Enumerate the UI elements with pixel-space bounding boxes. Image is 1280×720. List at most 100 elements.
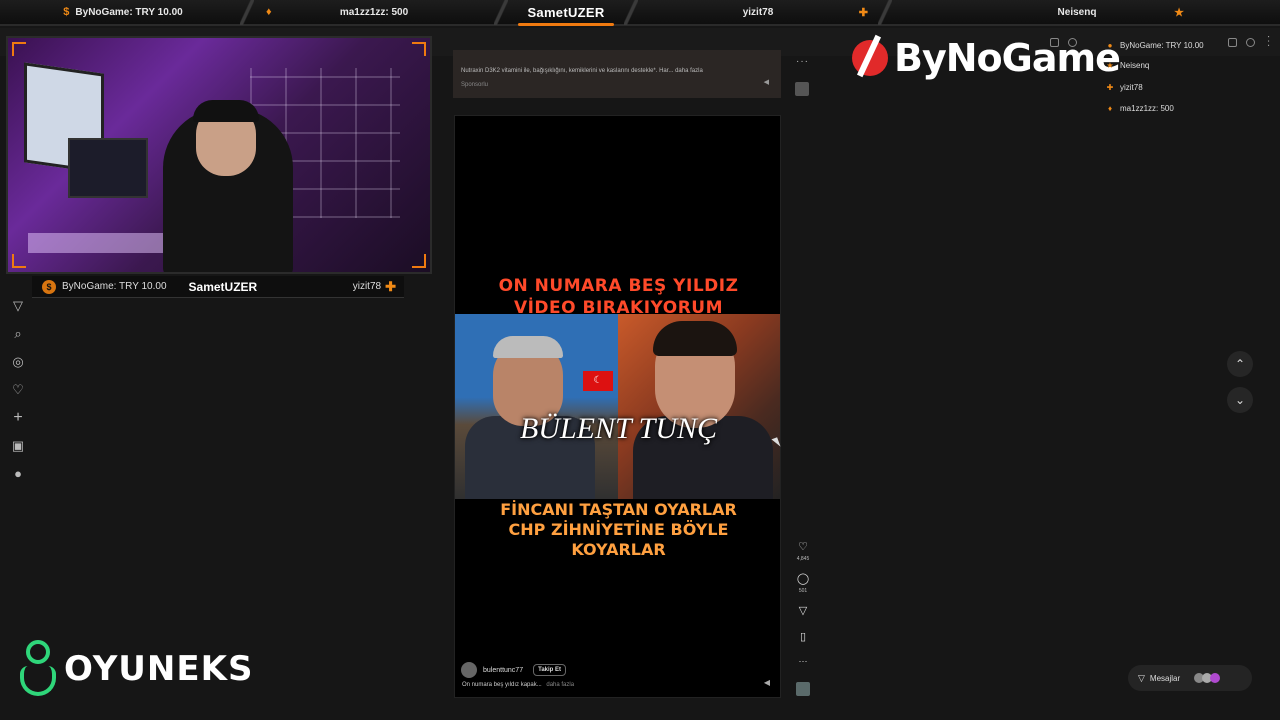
banner-divider — [240, 0, 254, 25]
reel-name-overlay: BÜLENT TUNÇ — [519, 412, 718, 445]
next-reel-button[interactable]: ⌄ — [1227, 387, 1253, 413]
like-icon[interactable]: ♡ — [793, 540, 813, 553]
sponsored-post: Nutraxin D3K2 vitamini ile, bağışıklığın… — [453, 50, 781, 98]
oyuneks-mascot-body — [20, 666, 56, 696]
oyuneks-wordmark: OYUNEKS — [64, 649, 254, 689]
author-avatar[interactable] — [461, 662, 477, 678]
plus-icon: ✚ — [385, 278, 396, 294]
reel-person-right-hair — [653, 321, 737, 356]
donation-label: yizit78 — [1120, 82, 1143, 92]
mute-icon[interactable]: ◀ — [764, 678, 770, 687]
message-avatars — [1194, 673, 1221, 683]
oyuneks-logo: OYUNEKS — [14, 640, 253, 698]
star-icon: ★ — [1174, 6, 1184, 19]
sponsored-label: Sponsorlu — [461, 82, 489, 88]
save-icon[interactable]: ▯ — [793, 630, 813, 643]
caption-more-link[interactable]: daha fazla — [546, 682, 574, 688]
banner-slot-label: yizit78 — [742, 6, 774, 18]
reel-person-left-hair — [493, 336, 563, 358]
bynogame-wordmark: ByNoGame — [894, 36, 1121, 80]
donation-label: Neisenq — [1120, 60, 1150, 70]
banner-divider — [494, 0, 508, 25]
banner-divider — [624, 0, 638, 25]
profile-avatar[interactable]: ● — [8, 464, 28, 484]
streamer-underline — [518, 23, 614, 26]
follow-button[interactable]: Takip Et — [533, 664, 566, 676]
more-icon[interactable]: ··· — [793, 656, 813, 666]
browser-menu-icon[interactable]: ··· — [1263, 35, 1274, 48]
coin-icon: ● — [1107, 40, 1113, 50]
create-icon[interactable]: + — [8, 408, 28, 428]
bynogame-logo: ByNoGame — [852, 36, 1121, 80]
reel-video[interactable]: ON NUMARA BEŞ YILDIZ VİDEO BIRAKIYORUM ☾… — [454, 115, 781, 698]
oyuneks-mascot-head — [26, 640, 50, 664]
reel-author-row: bulenttunc77 Takip Et — [461, 662, 566, 678]
like-count: 4,845 — [796, 556, 810, 562]
share-icon[interactable]: ▽ — [793, 604, 813, 617]
donation-label: ma1zz1zz: 500 — [1120, 103, 1174, 113]
webcam-caption-bar: $ ByNoGame: TRY 10.00 SametUZER yizit78 … — [32, 276, 404, 298]
webcam-monitor-secondary — [68, 138, 148, 198]
author-username[interactable]: bulenttunc77 — [483, 667, 523, 674]
comment-count: 501 — [798, 588, 808, 594]
plus-icon: ✚ — [858, 6, 868, 19]
messages-button[interactable]: ▽ Mesajlar — [1128, 665, 1252, 691]
reel-caption-text: On numara beş yıldız kapak... — [462, 682, 544, 688]
stream-screen: $ ByNoGame: TRY 10.00 ♦ ma1zz1zz: 500 Sa… — [0, 0, 1280, 720]
reel-subheadline-line: FİNCANI TAŞTAN OYARLAR — [500, 500, 737, 519]
dollar-coin-icon: $ — [42, 279, 56, 294]
flame-icon: ♦ — [266, 6, 272, 18]
banner-slot-label: Neisenq — [1057, 6, 1097, 18]
donation-item: ★ Neisenq — [1100, 56, 1260, 74]
banner-slot-donation: $ ByNoGame: TRY 10.00 — [0, 0, 240, 25]
reel-caption: On numara beş yıldız kapak... daha fazla — [462, 682, 574, 688]
plus-icon: ✚ — [1106, 82, 1114, 92]
comment-icon[interactable]: ◯ — [793, 572, 813, 585]
reel-headline-line: ON NUMARA BEŞ YILDIZ — [498, 276, 739, 296]
frame-corner — [12, 42, 26, 56]
bynogame-logo-icon — [852, 40, 888, 76]
avatar — [1210, 673, 1221, 683]
donation-item: ✚ yizit78 — [1100, 78, 1260, 96]
post-more-icon[interactable]: ··· — [796, 56, 809, 67]
reel-subheadline-line: KOYARLAR — [571, 540, 666, 559]
frame-corner — [412, 254, 426, 268]
banner-streamer-name: SametUZER — [508, 0, 624, 26]
donation-item: ♦ ma1zz1zz: 500 — [1100, 99, 1260, 117]
webcam-bar-follower: yizit78 — [352, 281, 382, 292]
webcam-feed — [6, 36, 432, 274]
audio-thumbnail[interactable] — [795, 82, 809, 96]
oyuneks-mascot-icon — [14, 640, 62, 698]
banner-divider — [878, 0, 892, 25]
frame-corner — [412, 42, 426, 56]
previous-reel-button[interactable]: ⌃ — [1227, 351, 1253, 377]
streamer-name: SametUZER — [527, 4, 605, 20]
stream-top-banner: $ ByNoGame: TRY 10.00 ♦ ma1zz1zz: 500 Sa… — [0, 0, 1280, 26]
dashboard-icon[interactable]: ▣ — [8, 436, 28, 456]
flame-icon: ♦ — [1107, 103, 1113, 113]
search-icon[interactable]: ⌕ — [8, 324, 28, 344]
volume-icon[interactable]: ◀ — [764, 78, 769, 86]
webcam-bar-streamer: SametUZER — [188, 279, 258, 294]
audio-thumbnail[interactable] — [796, 682, 810, 696]
webcam-streamer-cap — [193, 100, 259, 122]
messages-label: Mesajlar — [1149, 673, 1181, 683]
explore-icon[interactable]: ◎ — [8, 352, 28, 372]
webcam-bar-right: yizit78 ✚ — [353, 279, 396, 295]
dollar-coin-icon: $ — [63, 6, 70, 18]
frame-corner — [12, 254, 26, 268]
banner-slot-label: ByNoGame: TRY 10.00 — [75, 6, 183, 18]
banner-slot-label: ma1zz1zz: 500 — [339, 6, 409, 18]
messenger-icon: ▽ — [1138, 672, 1145, 683]
banner-slot-plus: yizit78 ✚ — [638, 0, 878, 25]
heart-icon[interactable]: ♡ — [8, 380, 28, 400]
star-icon: ★ — [1106, 60, 1114, 70]
donation-label: ByNoGame: TRY 10.00 — [1120, 40, 1204, 50]
webcam-bar-donation: ByNoGame: TRY 10.00 — [62, 281, 167, 292]
sponsored-post-caption: Nutraxin D3K2 vitamini ile, bağışıklığın… — [461, 68, 703, 74]
banner-slot-flame: ♦ ma1zz1zz: 500 — [254, 0, 494, 25]
banner-slot-star: Neisenq ★ — [892, 0, 1262, 25]
reel-subheadline-line: CHP ZİHNİYETİNE BÖYLE — [508, 520, 729, 539]
donation-item: ● ByNoGame: TRY 10.00 — [1100, 36, 1260, 54]
messenger-icon[interactable]: ▽ — [8, 296, 28, 316]
